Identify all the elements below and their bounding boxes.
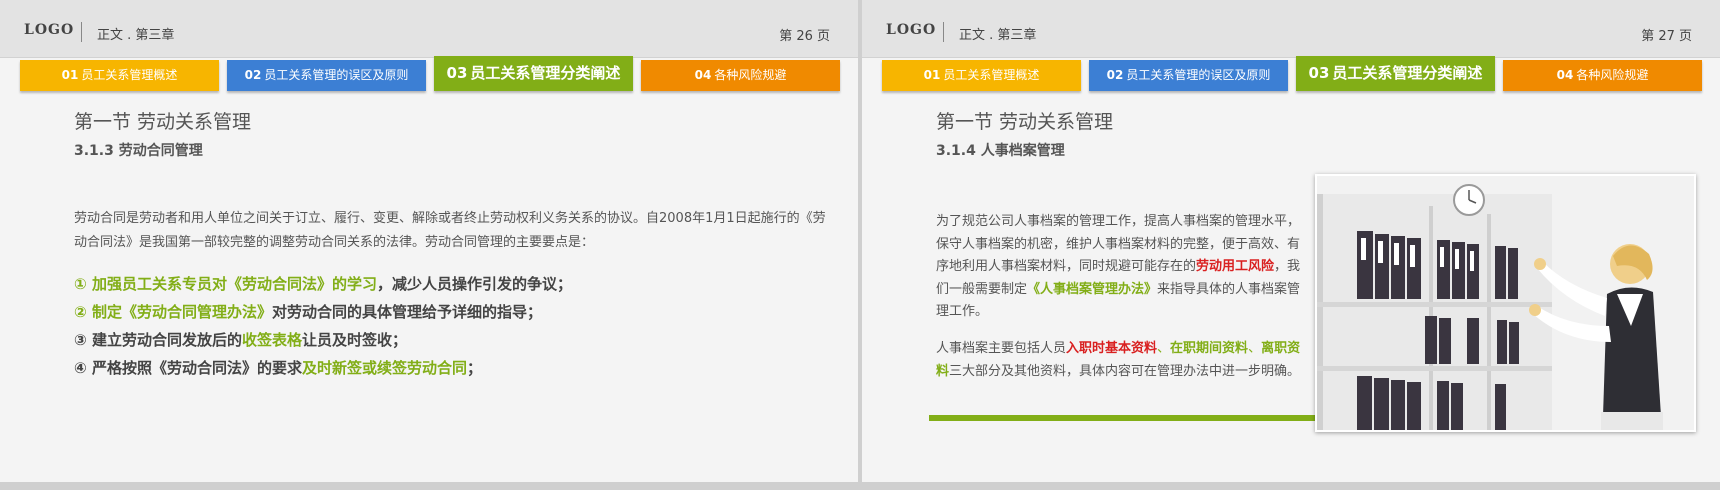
tab-label: 各种风险规避: [714, 68, 787, 82]
header-divider: [81, 22, 82, 42]
item-marker: ②: [74, 303, 87, 321]
photo-illustration: [1317, 176, 1694, 430]
page-number: 第 27 页: [1641, 29, 1692, 44]
bottom-strip: [0, 482, 1720, 490]
tab-label: 员工关系管理的误区及原则: [264, 68, 409, 82]
logo: LOGO: [886, 22, 937, 38]
tab-num: 02: [1106, 68, 1124, 82]
item-text: ；: [466, 359, 482, 377]
page-number: 第 26 页: [779, 29, 830, 44]
tab-label: 员工关系管理分类阐述: [1332, 64, 1483, 82]
tab-label: 员工关系管理概述: [943, 68, 1040, 82]
tab-num: 03: [446, 64, 468, 82]
item-highlight: 制定《劳动合同管理办法》: [91, 303, 272, 321]
item-text: ，减少人员操作引发的争议；: [376, 275, 572, 293]
list-item: ① 加强员工关系专员对《劳动合同法》的学习，减少人员操作引发的争议；: [74, 270, 834, 298]
list-item: ② 制定《劳动合同管理办法》对劳动合同的具体管理给予详细的指导；: [74, 298, 834, 326]
tab-num: 01: [61, 68, 79, 82]
item-highlight: 及时新签或续签劳动合同: [301, 359, 467, 377]
tab-num: 02: [244, 68, 262, 82]
item-marker: ④: [74, 359, 87, 377]
item-marker: ③: [74, 331, 87, 349]
slide-27: LOGO 正文 . 第三章 第 27 页 01 员工关系管理概述 02 员工关系管理…: [862, 0, 1720, 482]
logo: LOGO: [24, 22, 75, 38]
header-bar: LOGO 正文 . 第三章 第 26 页: [0, 0, 858, 58]
archive-paragraph-1: 为了规范公司人事档案的管理工作，提高人事档案的管理水平，保守人事档案的机密，维护…: [936, 211, 1306, 324]
item-text: 严格按照《劳动合同法》的要求: [91, 359, 302, 377]
slide-26: LOGO 正文 . 第三章 第 26 页 01 员工关系管理概述 02 员工关系管理…: [0, 0, 858, 482]
chapter-label: 正文 . 第三章: [97, 28, 175, 43]
para-sep: 、: [1248, 341, 1262, 356]
subsection-title: 3.1.4 人事档案管理: [936, 143, 1065, 159]
tab-03-active[interactable]: 03 员工关系管理分类阐述: [434, 56, 633, 91]
accent-line: [929, 415, 1319, 421]
tab-label: 员工关系管理的误区及原则: [1126, 68, 1271, 82]
tab-num: 03: [1308, 64, 1330, 82]
intro-paragraph: 劳动合同是劳动者和用人单位之间关于订立、履行、变更、解除或者终止劳动权利义务关系…: [74, 211, 826, 250]
item-marker: ①: [74, 275, 87, 293]
tab-04[interactable]: 04 各种风险规避: [641, 60, 840, 91]
item-text: 建立劳动合同发放后的: [91, 331, 242, 349]
subsection-title: 3.1.3 劳动合同管理: [74, 143, 203, 159]
item-text: 对劳动合同的具体管理给予详细的指导；: [271, 303, 542, 321]
tab-num: 04: [694, 68, 712, 82]
section-title: 第一节 劳动关系管理: [936, 111, 1114, 133]
item-highlight: 收签表格: [241, 331, 302, 349]
header-bar: LOGO 正文 . 第三章 第 27 页: [862, 0, 1720, 58]
tab-01[interactable]: 01 员工关系管理概述: [882, 60, 1081, 91]
key-points-list: ① 加强员工关系专员对《劳动合同法》的学习，减少人员操作引发的争议； ② 制定《…: [74, 270, 834, 382]
tab-label: 各种风险规避: [1576, 68, 1649, 82]
list-item: ③ 建立劳动合同发放后的收签表格让员及时签收；: [74, 326, 834, 354]
section-title: 第一节 劳动关系管理: [74, 111, 252, 133]
tab-label: 员工关系管理概述: [81, 68, 178, 82]
tab-02[interactable]: 02 员工关系管理的误区及原则: [227, 60, 426, 91]
tab-01[interactable]: 01 员工关系管理概述: [20, 60, 219, 91]
tab-02[interactable]: 02 员工关系管理的误区及原则: [1089, 60, 1288, 91]
para-highlight-red: 劳动用工风险: [1196, 259, 1275, 274]
tab-num: 04: [1556, 68, 1574, 82]
item-text: 让员及时签收；: [301, 331, 407, 349]
tab-04[interactable]: 04 各种风险规避: [1503, 60, 1702, 91]
filing-cabinet-photo: [1315, 174, 1696, 432]
tab-label: 员工关系管理分类阐述: [470, 64, 621, 82]
para-highlight-red: 入职时基本资料: [1066, 341, 1158, 356]
tab-03-active[interactable]: 03 员工关系管理分类阐述: [1296, 56, 1495, 91]
para-text: 人事档案主要包括人员: [936, 341, 1067, 356]
para-text: 三大部分及其他资料，具体内容可在管理办法中进一步明确。: [949, 363, 1301, 379]
tab-num: 01: [923, 68, 941, 82]
para-highlight-green: 在职期间资料: [1170, 341, 1249, 356]
para-sep: 、: [1157, 341, 1171, 356]
chapter-label: 正文 . 第三章: [959, 28, 1037, 43]
archive-paragraph-2: 人事档案主要包括人员入职时基本资料、在职期间资料、离职资料三大部分及其他资料，具…: [936, 338, 1306, 383]
para-highlight-green: 《人事档案管理办法》: [1027, 281, 1158, 297]
header-divider: [943, 22, 944, 42]
item-highlight: 加强员工关系专员对《劳动合同法》的学习: [91, 275, 377, 293]
list-item: ④ 严格按照《劳动合同法》的要求及时新签或续签劳动合同；: [74, 354, 834, 382]
